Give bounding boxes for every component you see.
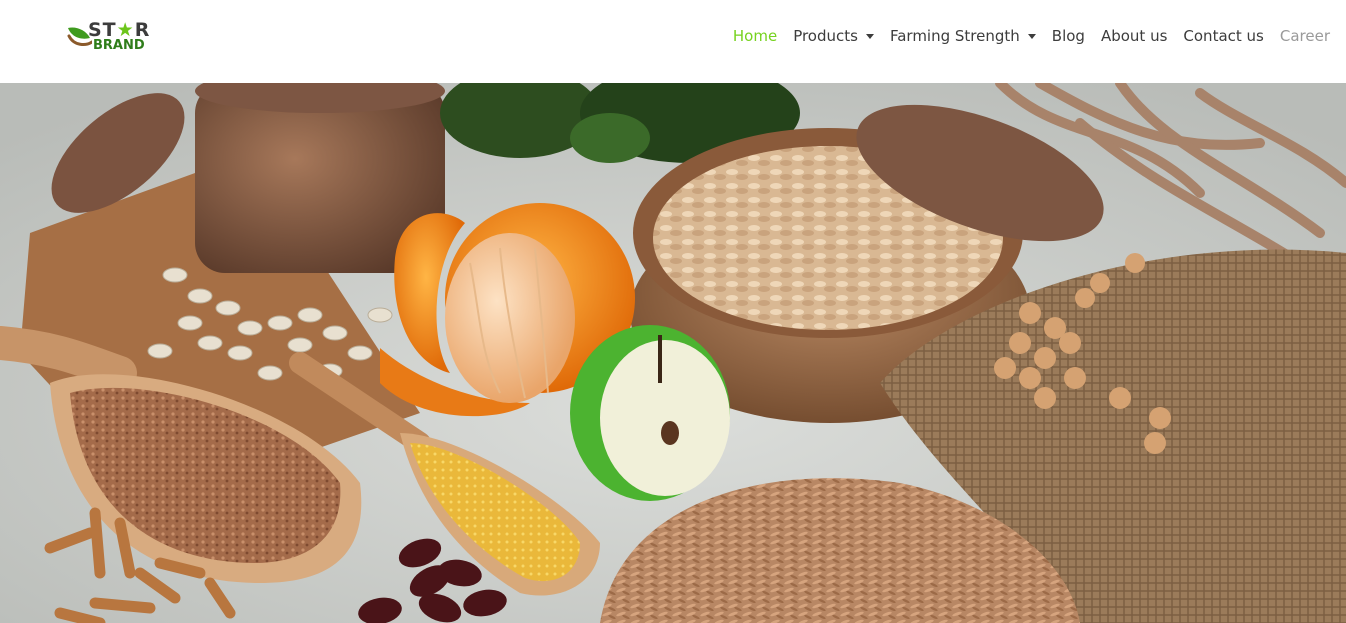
nav-item-farming-strength[interactable]: Farming Strength <box>890 27 1036 45</box>
nav-item-label: About us <box>1100 27 1168 45</box>
brand-logo[interactable]: ST★R BRAND <box>66 18 166 56</box>
nav-item-label: Home <box>732 27 778 45</box>
nav-item-label: Farming Strength <box>889 27 1020 45</box>
nav-item-blog[interactable]: Blog <box>1052 27 1085 45</box>
nav-item-home[interactable]: Home <box>733 27 777 45</box>
nav-item-about-us[interactable]: About us <box>1101 27 1167 45</box>
nav-item-label: Career <box>1279 27 1330 45</box>
nav-item-label: Products <box>793 27 858 45</box>
nav-item-career[interactable]: Career <box>1280 27 1330 45</box>
nav-item-label: Contact us <box>1183 27 1264 45</box>
hero-banner <box>0 83 1346 623</box>
navbar: ST★R BRAND Home Products Farming Strengt… <box>0 0 1346 83</box>
caret-down-icon <box>865 33 874 39</box>
main-nav: Home Products Farming Strength Blog Abou… <box>717 27 1330 45</box>
hero-image <box>0 83 1346 623</box>
caret-down-icon <box>1027 33 1036 39</box>
nav-item-label: Blog <box>1051 27 1085 45</box>
nav-item-contact-us[interactable]: Contact us <box>1183 27 1263 45</box>
logo-text-bottom: BRAND <box>93 38 145 53</box>
nav-item-products[interactable]: Products <box>793 27 874 45</box>
